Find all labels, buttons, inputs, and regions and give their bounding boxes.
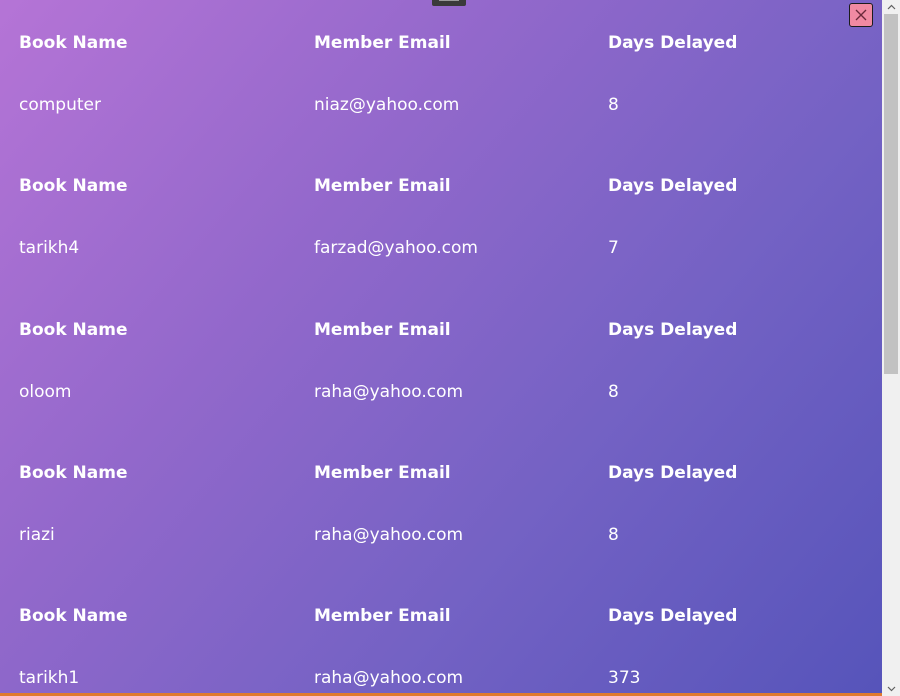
- record-header-row: Book Name Member Email Days Delayed: [19, 174, 879, 198]
- days-delayed-value: 8: [608, 381, 619, 402]
- book-name-header: Book Name: [19, 606, 128, 627]
- days-delayed-header: Days Delayed: [608, 319, 738, 340]
- book-name-header: Book Name: [19, 176, 128, 197]
- member-email-value: raha@yahoo.com: [314, 524, 464, 545]
- member-email-value: niaz@yahoo.com: [314, 95, 460, 115]
- book-name-header: Book Name: [19, 319, 128, 340]
- book-name-value: computer: [19, 95, 101, 115]
- list-item: Book Name Member Email Days Delayed comp…: [19, 0, 879, 143]
- days-delayed-header: Days Delayed: [608, 33, 738, 53]
- days-delayed-value: 8: [608, 95, 619, 115]
- scroll-up-button[interactable]: [882, 0, 900, 14]
- scroll-thumb[interactable]: [884, 14, 898, 374]
- record-header-row: Book Name Member Email Days Delayed: [19, 318, 879, 342]
- days-delayed-value: 7: [608, 238, 619, 259]
- member-email-header: Member Email: [314, 462, 451, 483]
- list-item: Book Name Member Email Days Delayed oloo…: [19, 287, 879, 430]
- close-button[interactable]: [849, 3, 873, 27]
- chevron-up-icon: [887, 4, 895, 10]
- book-name-value: tarikh1: [19, 668, 80, 689]
- chevron-down-icon: [887, 686, 895, 692]
- member-email-header: Member Email: [314, 33, 451, 53]
- member-email-header: Member Email: [314, 319, 451, 340]
- member-email-value: raha@yahoo.com: [314, 668, 464, 689]
- record-values-row: computer niaz@yahoo.com 8: [19, 93, 879, 117]
- member-email-value: raha@yahoo.com: [314, 381, 464, 402]
- record-values-row: tarikh1 raha@yahoo.com 373: [19, 666, 879, 690]
- record-header-row: Book Name Member Email Days Delayed: [19, 604, 879, 628]
- days-delayed-header: Days Delayed: [608, 462, 738, 483]
- days-delayed-value: 8: [608, 524, 619, 545]
- book-name-header: Book Name: [19, 33, 128, 53]
- scroll-down-button[interactable]: [882, 682, 900, 696]
- member-email-value: farzad@yahoo.com: [314, 238, 478, 259]
- list-item: Book Name Member Email Days Delayed riaz…: [19, 430, 879, 573]
- delayed-books-list: Book Name Member Email Days Delayed comp…: [19, 0, 879, 696]
- book-name-value: tarikh4: [19, 238, 80, 259]
- record-header-row: Book Name Member Email Days Delayed: [19, 31, 879, 55]
- days-delayed-header: Days Delayed: [608, 176, 738, 197]
- report-window: Book Name Member Email Days Delayed comp…: [0, 0, 900, 696]
- list-item: Book Name Member Email Days Delayed tari…: [19, 573, 879, 696]
- delayed-books-panel: Book Name Member Email Days Delayed comp…: [0, 0, 882, 696]
- vertical-scrollbar[interactable]: [882, 0, 900, 696]
- days-delayed-header: Days Delayed: [608, 606, 738, 627]
- record-header-row: Book Name Member Email Days Delayed: [19, 461, 879, 485]
- book-name-value: riazi: [19, 524, 55, 545]
- member-email-header: Member Email: [314, 176, 451, 197]
- member-email-header: Member Email: [314, 606, 451, 627]
- list-item: Book Name Member Email Days Delayed tari…: [19, 143, 879, 286]
- record-values-row: riazi raha@yahoo.com 8: [19, 523, 879, 547]
- record-values-row: oloom raha@yahoo.com 8: [19, 380, 879, 404]
- record-values-row: tarikh4 farzad@yahoo.com 7: [19, 236, 879, 260]
- book-name-header: Book Name: [19, 462, 128, 483]
- days-delayed-value: 373: [608, 668, 641, 689]
- book-name-value: oloom: [19, 381, 72, 402]
- close-icon: [855, 9, 867, 21]
